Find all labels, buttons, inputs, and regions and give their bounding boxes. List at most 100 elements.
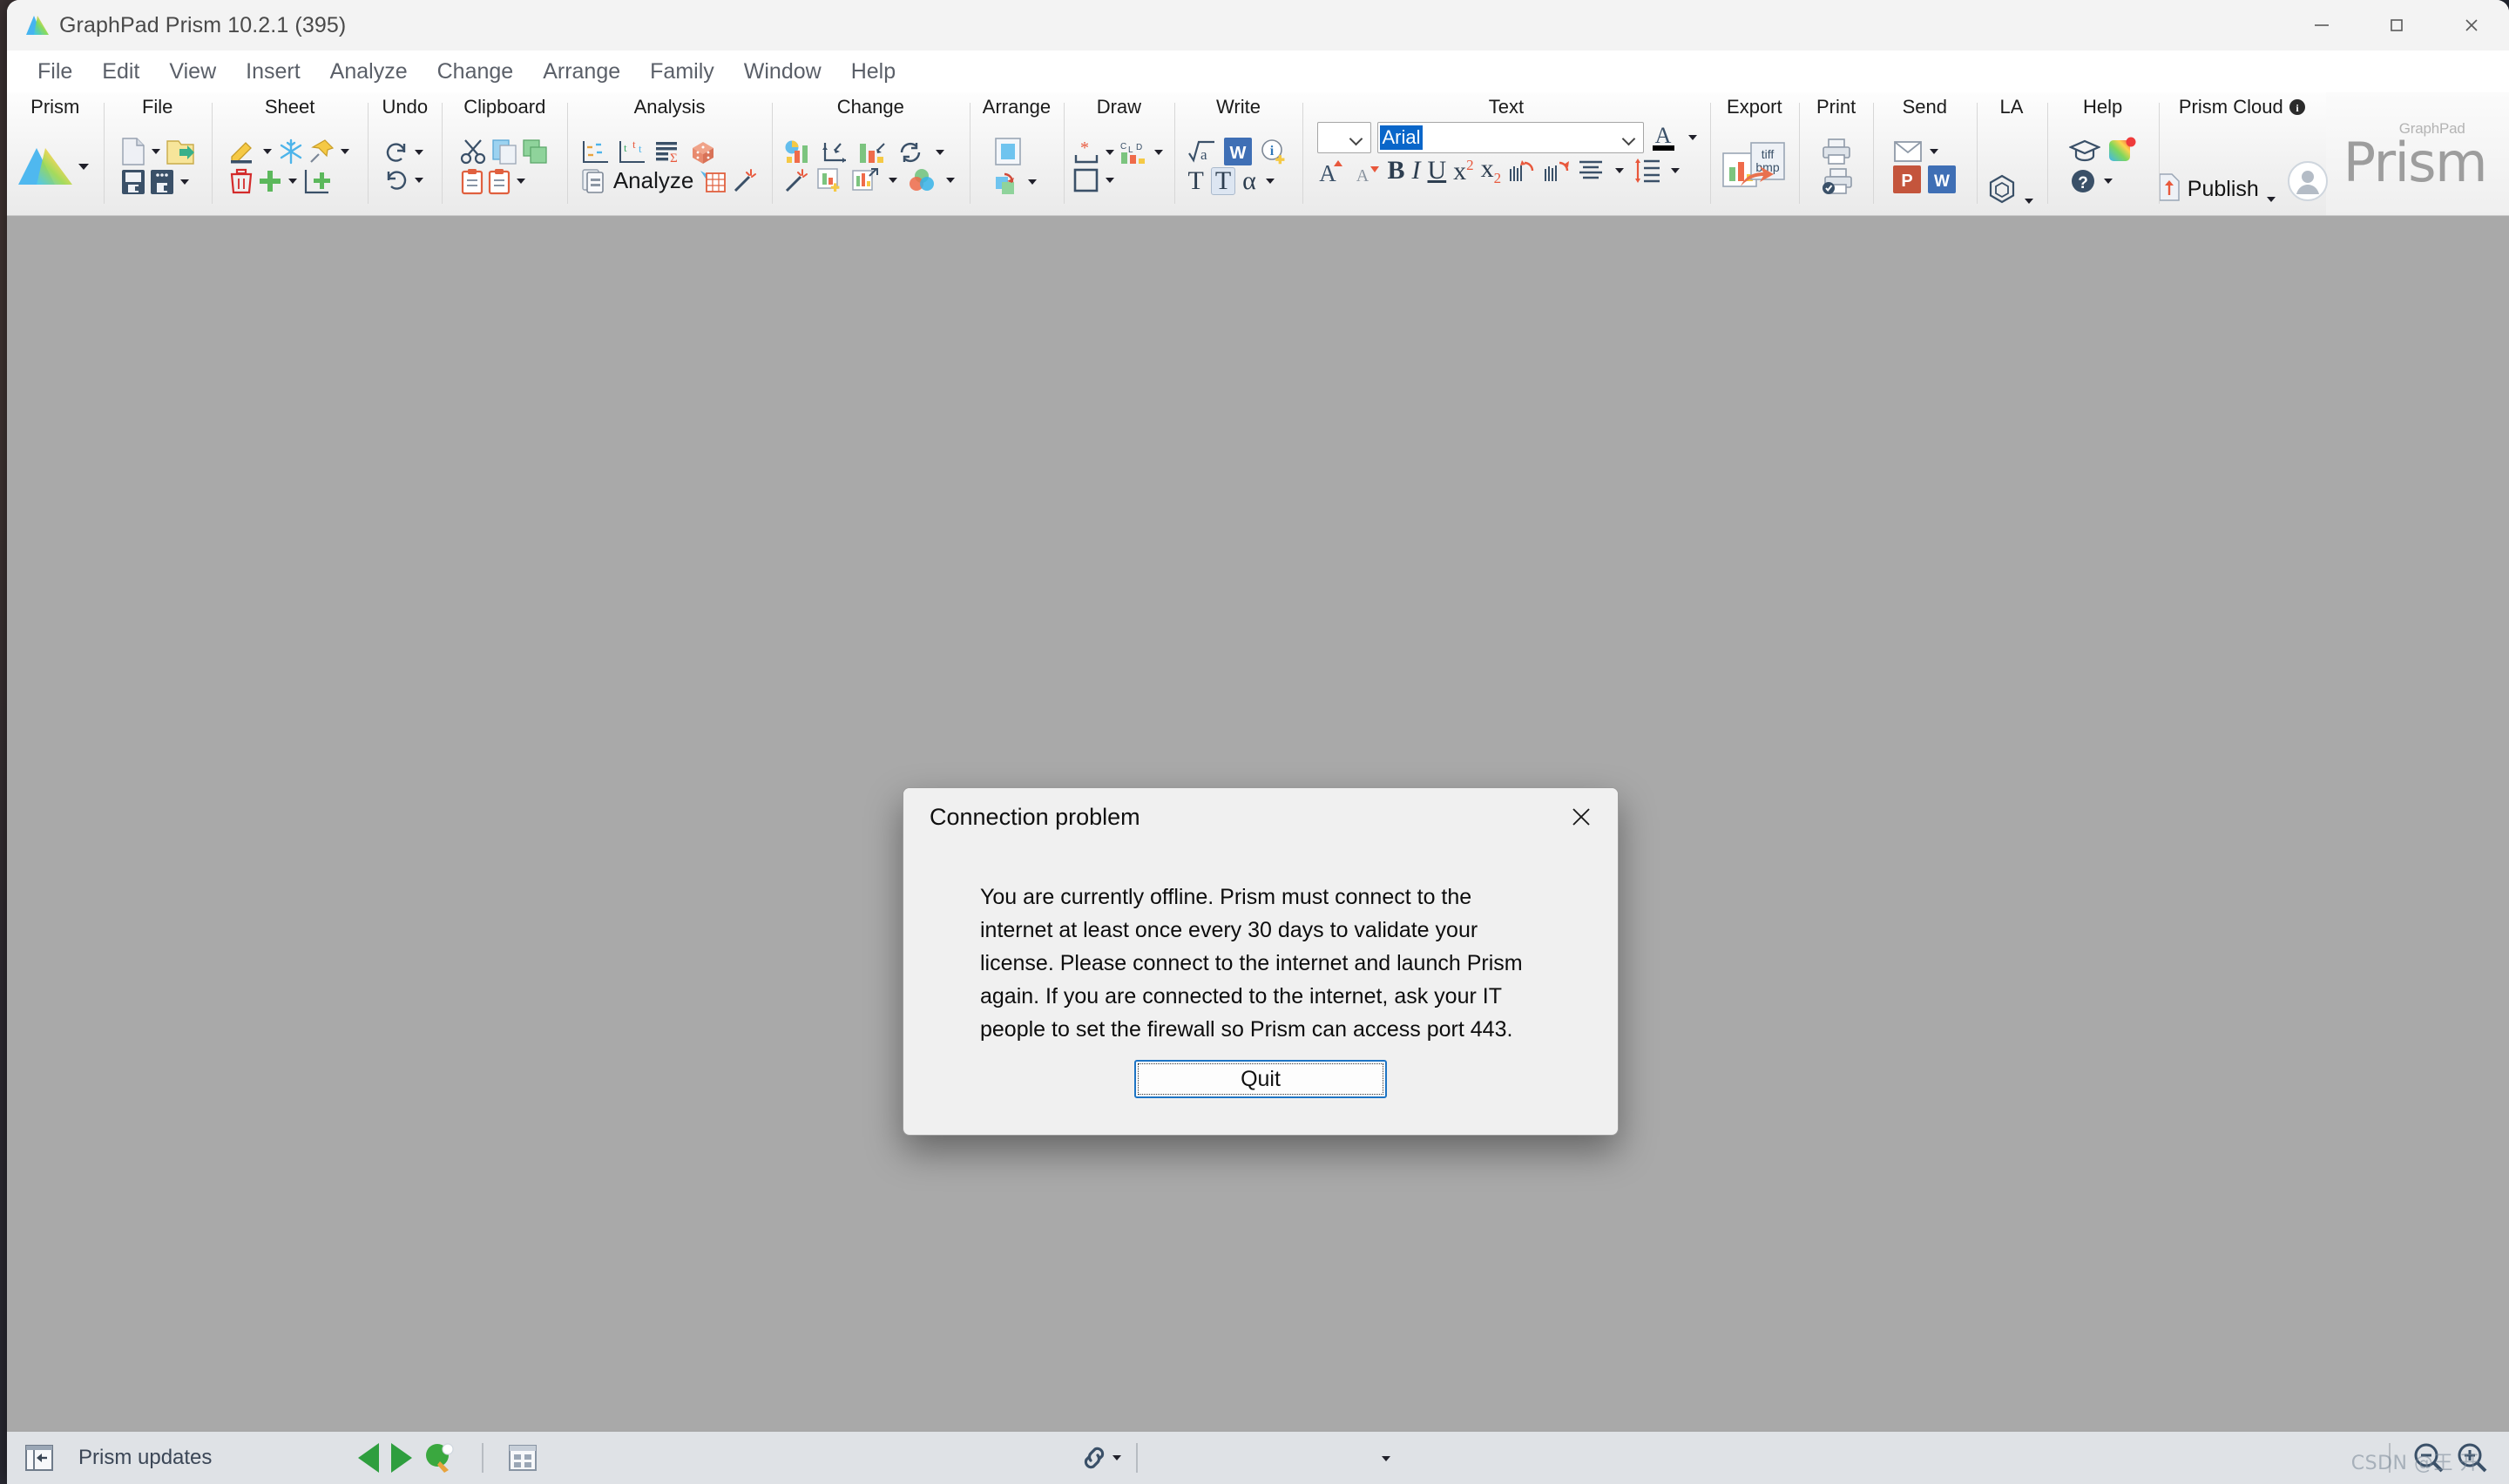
- bold-icon[interactable]: B: [1387, 158, 1404, 184]
- color-scheme-caret-icon[interactable]: [946, 178, 956, 183]
- new-file-icon[interactable]: [120, 137, 146, 166]
- word-icon[interactable]: W: [1224, 138, 1253, 165]
- prism-updates-label[interactable]: Prism updates: [78, 1446, 212, 1470]
- menu-item-change[interactable]: Change: [423, 56, 529, 88]
- publish-caret-icon[interactable]: [2266, 197, 2276, 202]
- rectangle-caret-icon[interactable]: [1105, 178, 1114, 183]
- prism-menu-caret-icon[interactable]: [78, 163, 90, 170]
- color-scheme-icon[interactable]: [907, 167, 937, 193]
- rotate-cw-text-icon[interactable]: [1543, 157, 1571, 185]
- pingpong-paddle-icon[interactable]: [424, 1442, 457, 1474]
- print-preview-icon[interactable]: [1821, 167, 1852, 195]
- font-size-input[interactable]: [1317, 122, 1372, 153]
- paste-caret-icon[interactable]: [517, 179, 526, 184]
- refresh-icon[interactable]: [896, 139, 924, 165]
- superscript-icon[interactable]: x2: [1453, 158, 1474, 185]
- zoom-in-icon[interactable]: [2455, 1440, 2490, 1475]
- menu-item-file[interactable]: File: [23, 56, 87, 88]
- pin-caret-icon[interactable]: [340, 149, 349, 154]
- cld-letters-icon[interactable]: CLD: [1119, 139, 1149, 165]
- menu-item-edit[interactable]: Edit: [87, 56, 154, 88]
- save-as-caret-icon[interactable]: [179, 179, 189, 185]
- frame-icon[interactable]: [993, 137, 1023, 166]
- help-question-icon[interactable]: ?: [2069, 166, 2099, 196]
- export-tiff-bmp-icon[interactable]: tiff bmp: [1721, 139, 1788, 193]
- refresh-caret-icon[interactable]: [936, 150, 945, 155]
- resize-graph-icon[interactable]: [851, 167, 879, 193]
- save-as-icon[interactable]: [149, 168, 175, 196]
- duplicate-sheet-icon[interactable]: [302, 167, 332, 195]
- whats-new-icon[interactable]: [2107, 137, 2137, 165]
- labarchives-icon[interactable]: [1987, 174, 2019, 204]
- delete-sheet-icon[interactable]: [228, 167, 254, 195]
- grow-font-icon[interactable]: A: [1317, 157, 1347, 185]
- line-spacing-icon[interactable]: [1633, 157, 1661, 185]
- copy-icon[interactable]: [490, 138, 518, 165]
- font-color-icon[interactable]: A: [1650, 122, 1680, 153]
- cld-caret-icon[interactable]: [1153, 150, 1163, 155]
- redo-icon[interactable]: [383, 139, 409, 165]
- powerpoint-icon[interactable]: P: [1893, 165, 1922, 193]
- open-folder-icon[interactable]: [166, 137, 195, 166]
- link-caret-icon[interactable]: [1112, 1455, 1121, 1460]
- publish-upload-icon[interactable]: [2156, 172, 2182, 202]
- word-send-icon[interactable]: W: [1928, 165, 1957, 193]
- prism-logo-icon[interactable]: [18, 143, 73, 190]
- menu-item-family[interactable]: Family: [635, 56, 729, 88]
- labarchives-caret-icon[interactable]: [2025, 199, 2034, 204]
- zoom-out-icon[interactable]: [2411, 1440, 2446, 1475]
- text-icon[interactable]: T: [1187, 168, 1203, 194]
- menu-item-arrange[interactable]: Arrange: [528, 56, 635, 88]
- add-graph-icon[interactable]: [816, 167, 844, 193]
- simulate-dice-icon[interactable]: [689, 139, 717, 165]
- align-caret-icon[interactable]: [1615, 168, 1625, 173]
- save-icon[interactable]: [120, 168, 146, 196]
- asterisk-bracket-caret-icon[interactable]: [1105, 150, 1114, 155]
- next-sheet-icon[interactable]: [391, 1443, 413, 1473]
- info-icon[interactable]: i: [2289, 98, 2306, 116]
- minimize-button[interactable]: [2284, 0, 2359, 51]
- redo-caret-icon[interactable]: [415, 150, 424, 155]
- rectangle-icon[interactable]: [1072, 167, 1100, 193]
- new-sheet-caret-icon[interactable]: [287, 179, 297, 184]
- chevron-down-icon[interactable]: [1382, 1456, 1390, 1461]
- undo-caret-icon[interactable]: [415, 178, 424, 183]
- chevron-down-icon[interactable]: [1623, 134, 1637, 142]
- italic-icon[interactable]: I: [1412, 158, 1421, 184]
- duplicate-icon[interactable]: [521, 138, 549, 165]
- greek-alpha-caret-icon[interactable]: [1265, 179, 1275, 184]
- pin-icon[interactable]: [308, 138, 335, 165]
- menu-item-help[interactable]: Help: [836, 56, 910, 88]
- account-avatar-icon[interactable]: [2287, 160, 2329, 202]
- maximize-button[interactable]: [2359, 0, 2434, 51]
- publish-label[interactable]: Publish: [2188, 177, 2259, 202]
- print-icon[interactable]: [1821, 138, 1852, 165]
- text-box-icon[interactable]: T: [1210, 167, 1236, 195]
- rotate-ccw-text-icon[interactable]: [1508, 157, 1536, 185]
- collapse-panel-icon[interactable]: [24, 1444, 54, 1472]
- menu-item-insert[interactable]: Insert: [231, 56, 315, 88]
- new-sheet-icon[interactable]: [257, 168, 283, 194]
- menu-item-analyze[interactable]: Analyze: [315, 56, 423, 88]
- email-icon[interactable]: [1893, 139, 1924, 164]
- chevron-down-icon[interactable]: [1350, 134, 1364, 142]
- underline-icon[interactable]: U: [1428, 158, 1447, 184]
- undo-icon[interactable]: [383, 167, 409, 193]
- new-file-caret-icon[interactable]: [151, 149, 160, 154]
- graduation-cap-icon[interactable]: [2068, 138, 2100, 163]
- resize-graph-caret-icon[interactable]: [889, 178, 898, 183]
- rename-sheet-icon[interactable]: [228, 138, 258, 165]
- rename-sheet-caret-icon[interactable]: [262, 149, 272, 154]
- summary-icon[interactable]: Σ: [654, 139, 682, 165]
- magic-wand-icon[interactable]: [732, 167, 758, 193]
- email-caret-icon[interactable]: [1930, 149, 1939, 154]
- paste-special-icon[interactable]: [487, 167, 511, 195]
- equation-icon[interactable]: a: [1187, 138, 1217, 165]
- graph-type-icon[interactable]: [783, 139, 813, 165]
- align-icon[interactable]: [1578, 158, 1606, 184]
- results-sheet-icon[interactable]: [699, 167, 727, 193]
- font-color-caret-icon[interactable]: [1688, 135, 1698, 140]
- send-backward-caret-icon[interactable]: [1028, 179, 1038, 185]
- t-test-icon[interactable]: ttt: [618, 139, 647, 165]
- quit-button[interactable]: Quit: [1134, 1060, 1387, 1098]
